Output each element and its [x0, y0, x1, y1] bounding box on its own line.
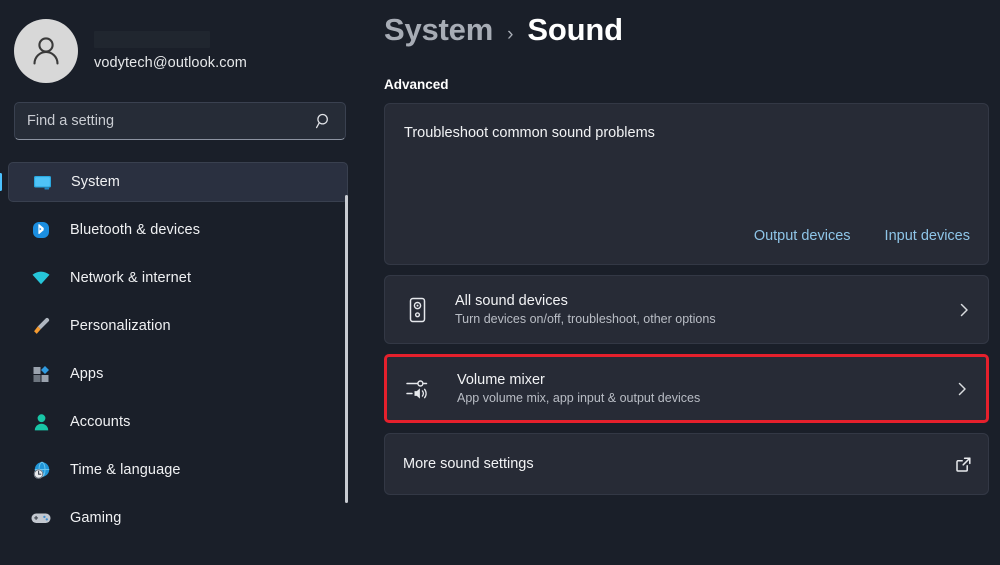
sidebar-item-bluetooth-devices[interactable]: Bluetooth & devices: [8, 210, 348, 250]
sidebar-item-label: Time & language: [70, 462, 181, 478]
volume-mixer-row[interactable]: Volume mixer App volume mix, app input &…: [387, 357, 986, 420]
row-text: Volume mixer App volume mix, app input &…: [457, 372, 954, 405]
sidebar-item-label: Personalization: [70, 318, 171, 334]
wifi-icon: [30, 267, 52, 289]
account-email: vodytech@outlook.com: [94, 55, 247, 71]
sidebar-item-time-language[interactable]: Time & language: [8, 450, 348, 490]
sidebar-item-label: System: [71, 174, 120, 190]
output-devices-link[interactable]: Output devices: [754, 228, 851, 244]
row-title: All sound devices: [455, 293, 568, 309]
apps-grid-icon: [30, 363, 52, 385]
section-title-advanced: Advanced: [384, 77, 449, 92]
search-container: [0, 84, 360, 140]
search-box[interactable]: [14, 102, 346, 140]
external-link-icon[interactable]: [955, 456, 972, 473]
sidebar-item-apps[interactable]: Apps: [8, 354, 348, 394]
settings-window: vodytech@outlook.com Find a setting Syst…: [0, 0, 1000, 565]
sidebar-item-gaming[interactable]: Gaming: [8, 498, 348, 538]
sidebar-item-label: Accounts: [70, 414, 131, 430]
sidebar-item-accounts[interactable]: Accounts: [8, 402, 348, 442]
row-text: All sound devices Turn devices on/off, t…: [455, 293, 956, 326]
sidebar-item-label: Bluetooth & devices: [70, 222, 201, 238]
sidebar-item-system[interactable]: System: [0, 162, 348, 202]
row-subtitle: Turn devices on/off, troubleshoot, other…: [455, 312, 716, 326]
volume-mixer-icon: [405, 374, 433, 404]
sidebar-item-label: Network & internet: [70, 270, 192, 286]
sidebar-nav: System Bluetooth & devices Network & int…: [0, 162, 360, 538]
breadcrumb-parent[interactable]: System: [384, 12, 493, 48]
account-text: vodytech@outlook.com: [94, 31, 247, 71]
bluetooth-icon: [30, 219, 52, 241]
sidebar-scrollbar[interactable]: [345, 195, 348, 503]
sidebar-item-label: Gaming: [70, 510, 122, 526]
more-sound-settings-card[interactable]: More sound settings: [384, 433, 989, 495]
troubleshoot-links: Output devices Input devices: [754, 228, 970, 244]
paintbrush-icon: [30, 315, 52, 337]
search-input[interactable]: [27, 113, 315, 129]
sidebar: vodytech@outlook.com Find a setting Syst…: [0, 0, 360, 565]
volume-mixer-card[interactable]: Volume mixer App volume mix, app input &…: [384, 354, 989, 423]
troubleshoot-card: Troubleshoot common sound problems Outpu…: [384, 103, 989, 265]
chevron-right-icon[interactable]: [954, 381, 970, 397]
sidebar-item-network-internet[interactable]: Network & internet: [8, 258, 348, 298]
chevron-right-icon: ›: [507, 24, 514, 45]
avatar[interactable]: [14, 19, 78, 83]
all-sound-devices-card[interactable]: All sound devices Turn devices on/off, t…: [384, 275, 989, 344]
row-title: Volume mixer: [457, 372, 545, 388]
sidebar-item-label: Apps: [70, 366, 104, 382]
gamepad-icon: [30, 507, 52, 529]
chevron-right-icon[interactable]: [956, 302, 972, 318]
row-subtitle: App volume mix, app input & output devic…: [457, 391, 701, 405]
breadcrumb: System › Sound: [384, 0, 1000, 48]
content-area: System › Sound Advanced Troubleshoot com…: [360, 0, 1000, 565]
input-devices-link[interactable]: Input devices: [885, 228, 970, 244]
account-header[interactable]: vodytech@outlook.com: [0, 12, 360, 84]
person-icon: [30, 411, 52, 433]
sidebar-item-personalization[interactable]: Personalization: [8, 306, 348, 346]
all-sound-devices-row[interactable]: All sound devices Turn devices on/off, t…: [385, 276, 988, 343]
person-avatar-icon: [33, 37, 59, 65]
search-icon[interactable]: [315, 112, 333, 130]
troubleshoot-title: Troubleshoot common sound problems: [404, 125, 655, 141]
speaker-device-icon: [403, 295, 431, 325]
account-name-redacted: [94, 31, 210, 48]
row-title: More sound settings: [403, 456, 534, 472]
globe-clock-icon: [30, 459, 52, 481]
more-sound-settings-row[interactable]: More sound settings: [385, 434, 988, 494]
selection-indicator: [0, 173, 2, 191]
monitor-icon: [31, 171, 53, 193]
page-title: Sound: [527, 12, 623, 47]
row-text: More sound settings: [403, 456, 955, 472]
